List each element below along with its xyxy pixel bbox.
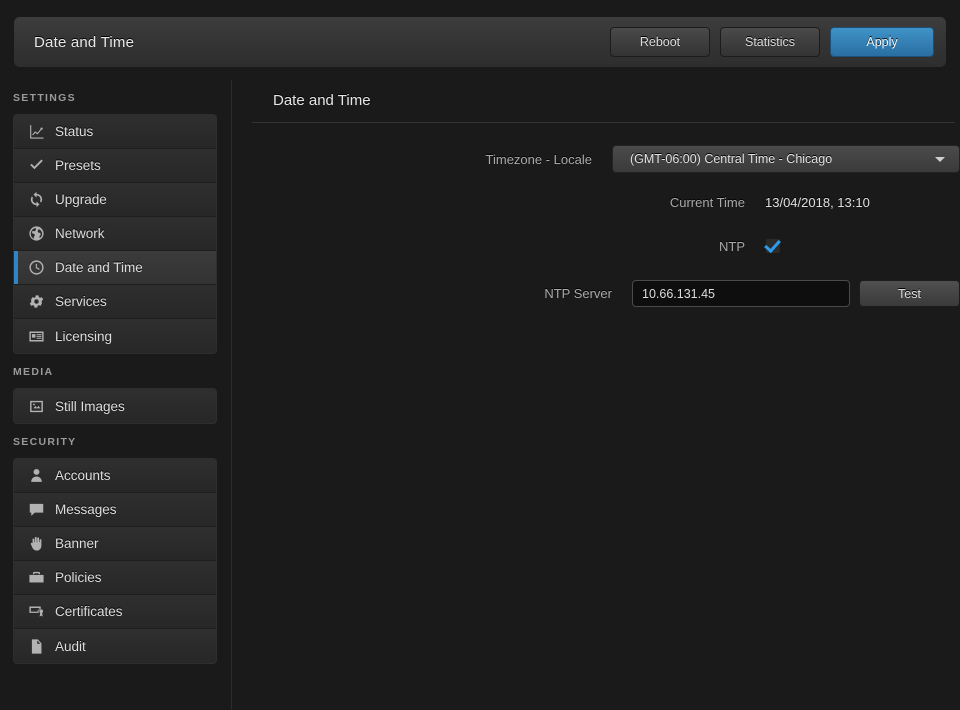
sidebar: SETTINGS Status Presets Upgrade Network	[0, 80, 232, 710]
sidebar-item-certificates[interactable]: Certificates	[14, 595, 216, 629]
content-area: Date and Time Timezone - Locale (GMT-06:…	[233, 80, 960, 710]
sidebar-item-label: Network	[55, 226, 105, 241]
page-title: Date and Time	[233, 80, 960, 109]
current-time-label: Current Time	[233, 195, 765, 210]
sidebar-section-settings-header: SETTINGS	[0, 80, 231, 114]
sidebar-item-network[interactable]: Network	[14, 217, 216, 251]
chat-bubble-icon	[28, 501, 45, 518]
hand-icon	[28, 535, 45, 552]
refresh-icon	[28, 191, 45, 208]
reboot-button[interactable]: Reboot	[610, 27, 710, 57]
titlebar-actions: Reboot Statistics Apply	[610, 27, 934, 57]
sidebar-item-audit[interactable]: Audit	[14, 629, 216, 663]
ntp-server-row: NTP Server Test	[233, 280, 960, 307]
sidebar-item-label: Audit	[55, 639, 86, 654]
sidebar-item-label: Messages	[55, 502, 117, 517]
sidebar-item-label: Accounts	[55, 468, 111, 483]
certificate-icon	[28, 603, 45, 620]
sidebar-item-label: Banner	[55, 536, 99, 551]
check-icon	[28, 157, 45, 174]
chart-line-icon	[28, 123, 45, 140]
timezone-label: Timezone - Locale	[233, 152, 612, 167]
briefcase-icon	[28, 569, 45, 586]
sidebar-item-presets[interactable]: Presets	[14, 149, 216, 183]
sidebar-item-accounts[interactable]: Accounts	[14, 459, 216, 493]
sidebar-group-security: Accounts Messages Banner Policies Certif	[13, 458, 217, 664]
sidebar-item-banner[interactable]: Banner	[14, 527, 216, 561]
statistics-button[interactable]: Statistics	[720, 27, 820, 57]
sidebar-item-label: Certificates	[55, 604, 123, 619]
sidebar-item-status[interactable]: Status	[14, 115, 216, 149]
current-time-row: Current Time 13/04/2018, 13:10	[233, 195, 960, 210]
document-icon	[28, 638, 45, 655]
ntp-row: NTP	[233, 238, 960, 254]
ntp-test-button[interactable]: Test	[859, 280, 960, 307]
sidebar-item-label: Presets	[55, 158, 101, 173]
sidebar-item-label: Licensing	[55, 329, 112, 344]
chevron-down-icon	[935, 157, 945, 162]
clock-icon	[28, 259, 45, 276]
id-card-icon	[28, 328, 45, 345]
image-icon	[28, 398, 45, 415]
apply-button[interactable]: Apply	[830, 27, 934, 57]
ntp-label: NTP	[233, 239, 765, 254]
sidebar-item-still-images[interactable]: Still Images	[14, 389, 216, 423]
sidebar-item-label: Upgrade	[55, 192, 107, 207]
user-icon	[28, 467, 45, 484]
sidebar-group-media: Still Images	[13, 388, 217, 424]
sidebar-item-upgrade[interactable]: Upgrade	[14, 183, 216, 217]
sidebar-section-security-header: SECURITY	[0, 424, 231, 458]
sidebar-item-licensing[interactable]: Licensing	[14, 319, 216, 353]
sidebar-item-date-and-time[interactable]: Date and Time	[14, 251, 216, 285]
sidebar-item-label: Still Images	[55, 399, 125, 414]
ntp-field	[765, 238, 781, 254]
sidebar-item-label: Services	[55, 294, 107, 309]
timezone-field: (GMT-06:00) Central Time - Chicago	[612, 145, 960, 173]
gear-icon	[28, 293, 45, 310]
sidebar-item-label: Date and Time	[55, 260, 143, 275]
timezone-row: Timezone - Locale (GMT-06:00) Central Ti…	[233, 145, 960, 173]
window-titlebar: Date and Time Reboot Statistics Apply	[14, 17, 946, 67]
sidebar-group-settings: Status Presets Upgrade Network Date and	[13, 114, 217, 354]
date-time-form: Timezone - Locale (GMT-06:00) Central Ti…	[233, 123, 960, 307]
current-time-field: 13/04/2018, 13:10	[765, 195, 870, 210]
ntp-server-input[interactable]	[632, 280, 850, 307]
sidebar-item-services[interactable]: Services	[14, 285, 216, 319]
timezone-select[interactable]: (GMT-06:00) Central Time - Chicago	[612, 145, 960, 173]
sidebar-section-media-header: MEDIA	[0, 354, 231, 388]
sidebar-item-label: Policies	[55, 570, 102, 585]
sidebar-item-policies[interactable]: Policies	[14, 561, 216, 595]
current-time-value: 13/04/2018, 13:10	[765, 195, 870, 210]
ntp-server-label: NTP Server	[233, 286, 632, 301]
ntp-server-field: Test	[632, 280, 960, 307]
globe-icon	[28, 225, 45, 242]
window-title: Date and Time	[34, 34, 134, 51]
sidebar-item-messages[interactable]: Messages	[14, 493, 216, 527]
timezone-selected-value: (GMT-06:00) Central Time - Chicago	[613, 152, 832, 166]
sidebar-item-label: Status	[55, 124, 93, 139]
ntp-checkbox[interactable]	[765, 238, 781, 254]
